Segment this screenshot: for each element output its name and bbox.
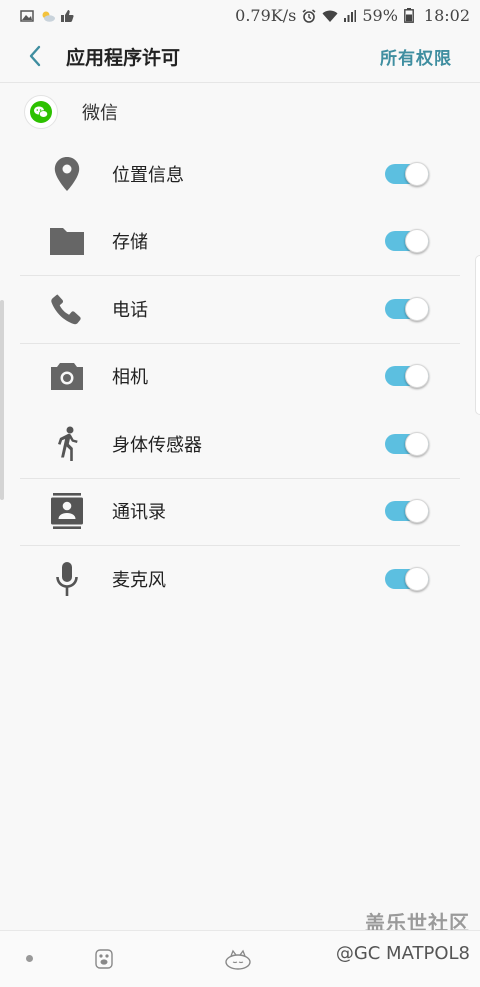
camera-icon bbox=[48, 357, 86, 395]
paw-icon bbox=[95, 949, 113, 969]
thumbs-up-icon bbox=[60, 8, 74, 22]
nav-paw-button[interactable] bbox=[90, 945, 118, 973]
permission-row-body-sensors[interactable]: 身体传感器 bbox=[0, 410, 480, 478]
location-pin-icon bbox=[48, 155, 86, 193]
app-name: 微信 bbox=[82, 103, 118, 124]
running-person-icon bbox=[48, 425, 86, 463]
permission-label: 麦克风 bbox=[112, 569, 166, 591]
permission-label: 存储 bbox=[112, 232, 148, 254]
permission-label: 位置信息 bbox=[112, 164, 184, 186]
permission-row-camera[interactable]: 相机 bbox=[0, 342, 480, 411]
status-bar: 0.79K/s 59% 18:02 bbox=[0, 0, 480, 30]
scroll-indicator[interactable] bbox=[0, 300, 4, 500]
permission-row-phone[interactable]: 电话 bbox=[0, 275, 480, 343]
microphone-icon bbox=[48, 560, 86, 598]
alarm-icon bbox=[302, 8, 316, 23]
nav-cat-button[interactable] bbox=[224, 945, 252, 973]
status-left bbox=[20, 8, 74, 22]
navigation-bar: @GC MATPOL8 bbox=[0, 930, 480, 987]
sleeping-cat-icon bbox=[225, 949, 251, 970]
battery-icon bbox=[403, 8, 418, 23]
permission-row-microphone[interactable]: 麦克风 bbox=[0, 545, 480, 613]
back-arrow-icon bbox=[29, 45, 41, 67]
edge-panel-handle[interactable] bbox=[475, 255, 480, 415]
page-title: 应用程序许可 bbox=[66, 46, 181, 69]
contacts-icon bbox=[48, 492, 86, 530]
community-username: @GC MATPOL8 bbox=[335, 943, 470, 964]
permission-toggle-contacts[interactable] bbox=[385, 499, 429, 524]
gallery-icon bbox=[20, 8, 34, 22]
permission-toggle-camera[interactable] bbox=[385, 364, 429, 389]
all-permissions-button[interactable]: 所有权限 bbox=[380, 44, 452, 69]
phone-icon bbox=[48, 290, 86, 328]
wifi-icon bbox=[322, 8, 338, 22]
permission-label: 通讯录 bbox=[112, 502, 166, 524]
permission-label: 身体传感器 bbox=[112, 434, 202, 456]
back-button[interactable] bbox=[20, 41, 50, 71]
permission-toggle-storage[interactable] bbox=[385, 229, 429, 254]
permission-toggle-location[interactable] bbox=[385, 161, 429, 186]
permission-label: 相机 bbox=[112, 367, 148, 389]
app-header: 微信 bbox=[0, 84, 480, 140]
permission-row-contacts[interactable]: 通讯录 bbox=[0, 477, 480, 546]
permission-row-storage[interactable]: 存储 bbox=[0, 208, 480, 276]
permission-toggle-microphone[interactable] bbox=[385, 566, 429, 591]
permission-list: 位置信息 存储 电话 相机 身体传感器 通讯录 麦克风 bbox=[0, 140, 480, 613]
signal-4g-icon bbox=[342, 8, 357, 22]
status-right: 0.79K/s 59% 18:02 bbox=[235, 6, 470, 25]
clock-time: 18:02 bbox=[423, 5, 470, 25]
folder-icon bbox=[48, 222, 86, 260]
battery-percent: 59% bbox=[362, 5, 398, 25]
nav-dot-button[interactable] bbox=[26, 955, 33, 962]
net-speed: 0.79K/s bbox=[235, 5, 297, 25]
permission-row-location[interactable]: 位置信息 bbox=[0, 140, 480, 208]
permission-toggle-body-sensors[interactable] bbox=[385, 431, 429, 456]
app-bar: 应用程序许可 所有权限 bbox=[0, 30, 480, 83]
weather-icon bbox=[40, 8, 55, 22]
wechat-icon bbox=[24, 95, 58, 129]
permission-label: 电话 bbox=[112, 299, 148, 321]
permission-toggle-phone[interactable] bbox=[385, 296, 429, 321]
